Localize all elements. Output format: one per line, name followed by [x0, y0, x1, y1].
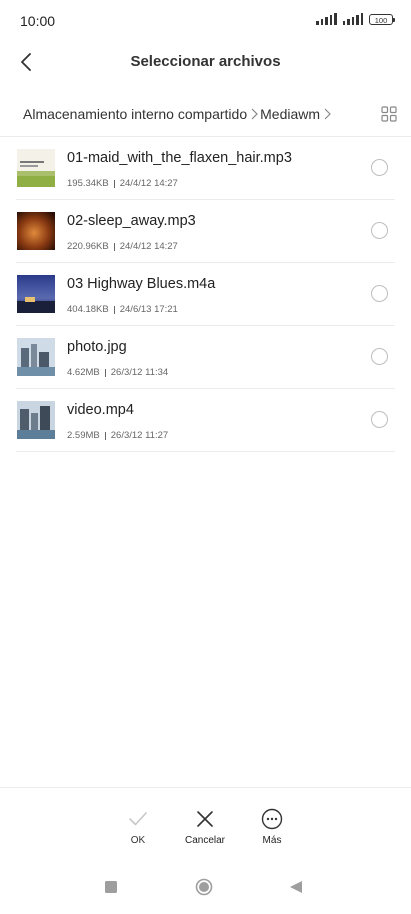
- ok-button[interactable]: OK: [103, 808, 173, 846]
- file-name: photo.jpg: [67, 339, 127, 355]
- file-date: 26/3/12 11:34: [110, 367, 169, 378]
- album-art-highway-blues: [17, 275, 55, 313]
- select-radio[interactable]: [371, 348, 388, 365]
- chevron-right-icon: [251, 108, 258, 120]
- battery-icon: 100: [369, 13, 395, 25]
- grid-view-icon: [381, 106, 397, 122]
- file-size: 2.59MB: [67, 430, 100, 441]
- file-size: 404.18KB: [67, 304, 109, 315]
- list-item[interactable]: video.mp4 2.59MB 26/3/12 11:27: [0, 389, 411, 452]
- status-bar: 10:00 100: [0, 0, 411, 40]
- status-time: 10:00: [20, 13, 56, 29]
- file-size: 220.96KB: [67, 241, 109, 252]
- back-nav-button[interactable]: [289, 880, 303, 899]
- breadcrumb-item-storage[interactable]: Almacenamiento interno compartido: [23, 106, 247, 122]
- file-name: 02-sleep_away.mp3: [67, 213, 196, 229]
- path-bar: Almacenamiento interno compartido Mediaw…: [0, 94, 411, 137]
- select-radio[interactable]: [371, 411, 388, 428]
- file-meta: 404.18KB 24/6/13 17:21: [67, 304, 178, 315]
- album-art-sleep-away: [17, 212, 55, 250]
- file-name: 03 Highway Blues.m4a: [67, 276, 216, 292]
- file-meta: 4.62MB 26/3/12 11:34: [67, 367, 168, 378]
- breadcrumb: Almacenamiento interno compartido Mediaw…: [23, 106, 333, 122]
- signal-icon: [316, 13, 337, 25]
- video-thumbnail: [17, 401, 55, 439]
- breadcrumb-item-mediawm[interactable]: Mediawm: [260, 106, 320, 122]
- system-nav-bar: [0, 860, 411, 914]
- list-item[interactable]: 01-maid_with_the_flaxen_hair.mp3 195.34K…: [0, 137, 411, 200]
- back-triangle-icon: [290, 881, 302, 893]
- cancel-label: Cancelar: [184, 835, 226, 846]
- list-item[interactable]: 03 Highway Blues.m4a 404.18KB 24/6/13 17:…: [0, 263, 411, 326]
- file-name: 01-maid_with_the_flaxen_hair.mp3: [67, 150, 292, 166]
- select-radio[interactable]: [371, 159, 388, 176]
- square-icon: [105, 881, 117, 893]
- home-circle-icon: [195, 878, 213, 896]
- file-meta: 220.96KB 24/4/12 14:27: [67, 241, 178, 252]
- top-app-bar: Seleccionar archivos: [0, 40, 411, 84]
- file-date: 24/6/13 17:21: [119, 304, 178, 315]
- file-date: 24/4/12 14:27: [119, 178, 178, 189]
- file-size: 195.34KB: [67, 178, 109, 189]
- home-button[interactable]: [195, 878, 213, 901]
- album-art-richard-stoltzman: [17, 149, 55, 187]
- photo-thumbnail: [17, 338, 55, 376]
- file-size: 4.62MB: [67, 367, 100, 378]
- bottom-action-bar: OK Cancelar Más: [0, 787, 411, 858]
- cancel-button[interactable]: Cancelar: [170, 808, 240, 846]
- select-radio[interactable]: [371, 222, 388, 239]
- file-list: 01-maid_with_the_flaxen_hair.mp3 195.34K…: [0, 137, 411, 452]
- file-date: 26/3/12 11:27: [110, 430, 169, 441]
- more-label: Más: [262, 835, 282, 846]
- select-radio[interactable]: [371, 285, 388, 302]
- list-item[interactable]: 02-sleep_away.mp3 220.96KB 24/4/12 14:27: [0, 200, 411, 263]
- more-button[interactable]: Más: [237, 808, 307, 846]
- recents-button[interactable]: [104, 880, 118, 899]
- file-meta: 195.34KB 24/4/12 14:27: [67, 178, 178, 189]
- grid-view-button[interactable]: [381, 106, 397, 122]
- file-name: video.mp4: [67, 402, 134, 418]
- file-meta: 2.59MB 26/3/12 11:27: [67, 430, 168, 441]
- signal-icon-2: [342, 13, 363, 25]
- list-item[interactable]: photo.jpg 4.62MB 26/3/12 11:34: [0, 326, 411, 389]
- close-icon: [197, 811, 213, 827]
- chevron-right-icon: [324, 108, 331, 120]
- more-icon: [261, 808, 283, 830]
- ok-label: OK: [130, 835, 146, 846]
- checkmark-icon: [129, 812, 147, 826]
- file-date: 24/4/12 14:27: [119, 241, 178, 252]
- page-title: Seleccionar archivos: [130, 53, 281, 70]
